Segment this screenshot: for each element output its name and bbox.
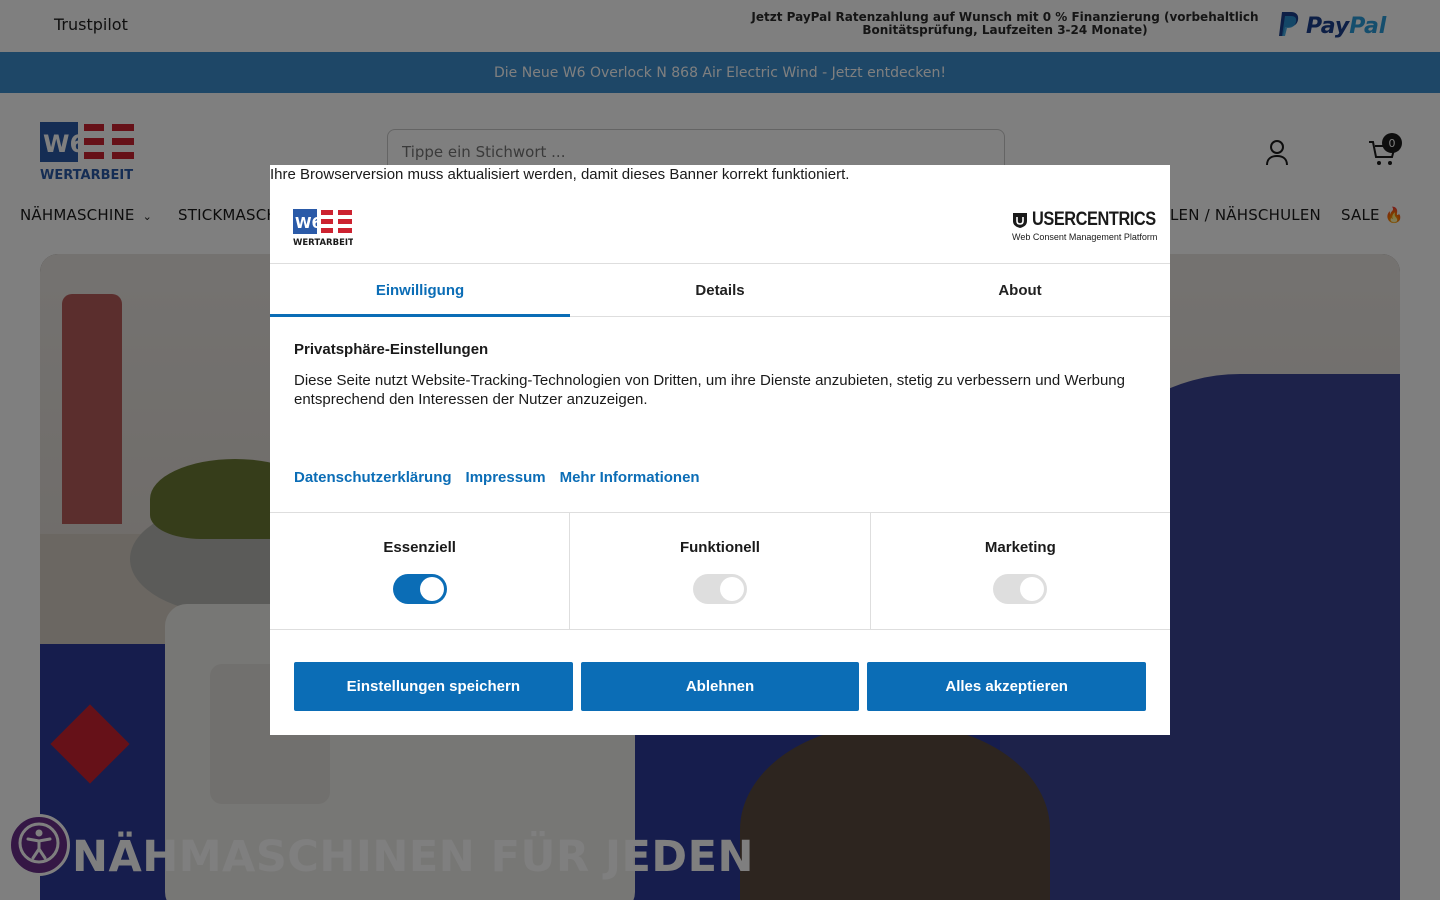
link-impressum[interactable]: Impressum [466, 469, 546, 486]
deny-button[interactable]: Ablehnen [580, 662, 860, 711]
category-essenziell: Essenziell [270, 513, 571, 629]
accept-all-button[interactable]: Alles akzeptieren [867, 662, 1147, 711]
privacy-title: Privatsphäre-Einstellungen [294, 341, 489, 358]
usercentrics-subtitle: Web Consent Management Platform [1012, 232, 1158, 242]
category-label: Essenziell [383, 539, 456, 556]
consent-dialog: Ihre Browserversion muss aktualisiert we… [270, 165, 1170, 735]
category-funktionell: Funktionell [570, 513, 871, 629]
toggle-marketing[interactable] [993, 574, 1048, 604]
usercentrics-wordmark: USERCENTRICS [1032, 209, 1156, 230]
category-label: Funktionell [679, 539, 760, 556]
privacy-description: Diese Seite nutzt Website-Tracking-Techn… [294, 372, 1125, 408]
link-datenschutz[interactable]: Datenschutzerklärung [294, 469, 452, 486]
usercentrics-logo: USERCENTRICS Web Consent Management Plat… [1012, 209, 1158, 242]
consent-links: Datenschutzerklärung Impressum Mehr Info… [294, 469, 700, 486]
toggle-knob [1020, 577, 1045, 601]
shield-icon [1012, 212, 1028, 229]
toggle-knob [719, 577, 744, 601]
svg-text:W6: W6 [295, 214, 322, 232]
browser-warning: Ihre Browserversion muss aktualisiert we… [270, 166, 850, 183]
category-label: Marketing [984, 539, 1056, 556]
tab-einwilligung[interactable]: Einwilligung [270, 264, 570, 317]
toggle-knob [419, 577, 444, 601]
consent-tabs: Einwilligung Details About [270, 263, 1170, 317]
save-settings-button[interactable]: Einstellungen speichern [294, 662, 573, 711]
dialog-logo-text: WERTARBEIT [293, 238, 353, 247]
tab-details[interactable]: Details [570, 264, 870, 316]
toggle-funktionell[interactable] [692, 574, 747, 604]
toggle-essenziell[interactable] [392, 574, 447, 604]
consent-categories: Essenziell Funktionell Marketing [270, 512, 1170, 630]
category-marketing: Marketing [871, 513, 1170, 629]
dialog-logo: W6 WERTARBEIT [293, 209, 354, 248]
consent-buttons: Einstellungen speichern Ablehnen Alles a… [294, 662, 1147, 711]
tab-about[interactable]: About [870, 264, 1170, 316]
link-mehr-informationen[interactable]: Mehr Informationen [560, 469, 700, 486]
